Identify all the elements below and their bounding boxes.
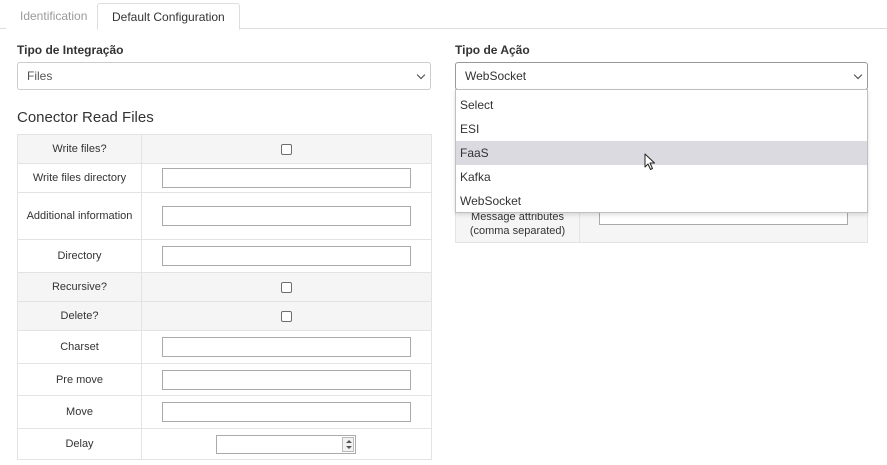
row-label-directory: Directory xyxy=(17,239,142,273)
table-row: Write files? xyxy=(17,134,432,164)
write-files-checkbox[interactable] xyxy=(281,144,292,155)
dropdown-option-websocket[interactable]: WebSocket xyxy=(456,189,867,213)
tab-identification[interactable]: Identification xyxy=(6,3,102,30)
row-label-write-files-directory: Write files directory xyxy=(17,163,142,193)
table-row: Move xyxy=(17,395,432,429)
table-row: Delete? xyxy=(17,301,432,331)
integration-type-value: Files xyxy=(27,69,53,83)
action-type-label: Tipo de Ação xyxy=(455,43,530,57)
row-label-move: Move xyxy=(17,395,142,429)
row-label-recursive: Recursive? xyxy=(17,272,142,302)
charset-input[interactable] xyxy=(162,337,411,357)
row-label-write-files: Write files? xyxy=(17,134,142,164)
table-row: Write files directory xyxy=(17,163,432,193)
spinner-arrows-icon[interactable] xyxy=(342,437,354,452)
dropdown-option-kafka[interactable]: Kafka xyxy=(456,165,867,189)
integration-type-label: Tipo de Integração xyxy=(17,43,124,57)
row-label-charset: Charset xyxy=(17,330,142,364)
dropdown-option-select[interactable]: Select xyxy=(456,93,867,117)
table-row: Directory xyxy=(17,239,432,273)
connector-section-title: Conector Read Files xyxy=(17,109,154,126)
pre-move-input[interactable] xyxy=(162,369,411,390)
directory-input[interactable] xyxy=(162,246,411,266)
table-row: Pre move xyxy=(17,363,432,396)
delay-number-input[interactable] xyxy=(216,435,356,454)
delete-checkbox[interactable] xyxy=(281,311,292,322)
integration-type-select[interactable]: Files xyxy=(17,62,431,90)
row-label-additional-information: Additional information xyxy=(17,192,142,240)
connector-config-table: Write files? Write files directory Addit… xyxy=(17,134,432,460)
action-type-value: WebSocket xyxy=(465,69,527,83)
additional-information-input[interactable] xyxy=(162,206,411,226)
table-row: Delay xyxy=(17,428,432,460)
table-row: Charset xyxy=(17,330,432,364)
row-label-delete: Delete? xyxy=(17,301,142,331)
page-root: Identification Default Configuration Tip… xyxy=(0,0,887,465)
table-row: Additional information xyxy=(17,192,432,240)
action-type-dropdown: Select ESI FaaS Kafka WebSocket xyxy=(455,89,868,213)
dropdown-option-esi[interactable]: ESI xyxy=(456,117,867,141)
dropdown-option-faas[interactable]: FaaS xyxy=(456,141,867,165)
write-files-directory-input[interactable] xyxy=(162,168,411,188)
action-type-select[interactable]: WebSocket xyxy=(455,62,868,90)
row-label-delay: Delay xyxy=(17,428,142,460)
chevron-down-icon xyxy=(416,70,426,80)
mouse-pointer-icon xyxy=(644,153,655,170)
tab-default-configuration[interactable]: Default Configuration xyxy=(97,3,240,30)
tab-bar: Identification Default Configuration xyxy=(0,0,887,30)
move-input[interactable] xyxy=(162,402,411,422)
table-row: Recursive? xyxy=(17,272,432,302)
chevron-down-icon xyxy=(853,70,863,80)
row-label-pre-move: Pre move xyxy=(17,363,142,396)
recursive-checkbox[interactable] xyxy=(281,282,292,293)
